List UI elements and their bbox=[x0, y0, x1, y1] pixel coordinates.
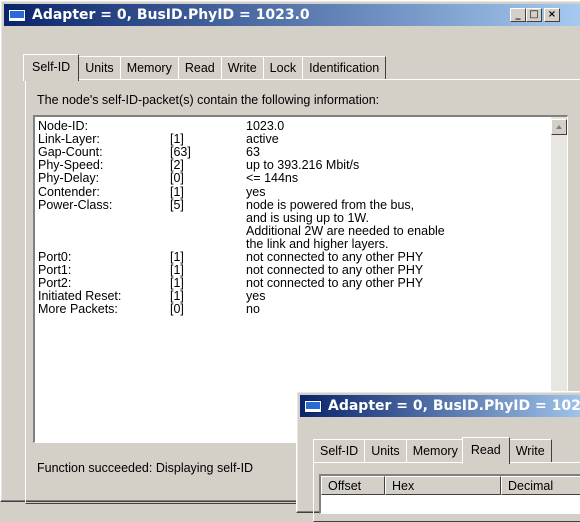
minimize-button[interactable]: _ bbox=[510, 8, 526, 22]
tab-identification[interactable]: Identification bbox=[302, 56, 387, 79]
field-value: Additional 2W are needed to enable bbox=[246, 223, 445, 238]
field-code: [2] bbox=[170, 158, 184, 173]
field-name: Initiated Reset: bbox=[38, 289, 122, 304]
tab-memory[interactable]: Memory bbox=[405, 439, 465, 462]
tab-lock[interactable]: Lock bbox=[262, 56, 304, 79]
tab-units[interactable]: Units bbox=[364, 439, 407, 462]
scroll-up-arrow-icon[interactable] bbox=[551, 119, 567, 135]
tab-write[interactable]: Write bbox=[220, 56, 264, 79]
field-value: and is using up to 1W. bbox=[246, 210, 369, 225]
field-value: not connected to any other PHY bbox=[246, 276, 424, 291]
field-value: not connected to any other PHY bbox=[246, 250, 424, 264]
window-app-icon bbox=[304, 399, 322, 413]
maximize-button[interactable]: □ bbox=[526, 8, 542, 22]
field-code: [0] bbox=[170, 171, 184, 186]
tab-write[interactable]: Write bbox=[508, 439, 552, 462]
field-code: [1] bbox=[170, 289, 184, 304]
tab-memory[interactable]: Memory bbox=[119, 56, 179, 79]
main-tab-strip: Self-ID Units Memory Read Write Lock Ide… bbox=[23, 53, 387, 81]
main-title-bar[interactable]: Adapter = 0, BusID.PhyID = 1023.0 bbox=[4, 4, 580, 26]
field-name: Port2: bbox=[38, 276, 72, 291]
column-header-decimal[interactable]: Decimal bbox=[501, 476, 580, 495]
field-value: the link and higher layers. bbox=[246, 236, 389, 251]
field-code: [1] bbox=[170, 263, 184, 278]
read-window: Adapter = 0, BusID.PhyID = 1023.0 Self-I… bbox=[296, 391, 580, 522]
field-value: up to 393.216 Mbit/s bbox=[246, 158, 360, 173]
field-name: Port0: bbox=[38, 250, 72, 264]
field-code: [63] bbox=[170, 145, 191, 160]
field-code: [5] bbox=[170, 197, 184, 212]
field-code: [1] bbox=[170, 132, 184, 147]
read-tab-strip: Self-ID Units Memory Read Write bbox=[313, 436, 552, 464]
field-value: 63 bbox=[246, 145, 260, 160]
tab-units[interactable]: Units bbox=[78, 56, 121, 79]
field-value: <= 144ns bbox=[246, 171, 299, 186]
field-name: Port1: bbox=[38, 263, 72, 278]
field-name: Phy-Speed: bbox=[38, 158, 104, 173]
field-name: More Packets: bbox=[38, 302, 118, 317]
read-data-table[interactable]: Offset Hex Decimal bbox=[319, 474, 580, 514]
field-value: active bbox=[246, 132, 279, 147]
field-value: node is powered from the bus, bbox=[246, 197, 415, 212]
field-name: Contender: bbox=[38, 184, 100, 199]
tab-self-id[interactable]: Self-ID bbox=[23, 54, 80, 81]
field-value: yes bbox=[246, 184, 266, 199]
status-message: Function succeeded: Displaying self-ID bbox=[37, 461, 254, 475]
main-window-title: Adapter = 0, BusID.PhyID = 1023.0 bbox=[32, 7, 310, 23]
close-button[interactable]: × bbox=[544, 8, 560, 22]
column-header-hex[interactable]: Hex bbox=[385, 476, 501, 495]
field-value: no bbox=[246, 302, 260, 317]
window-app-icon bbox=[8, 8, 26, 22]
field-value: 1023.0 bbox=[246, 119, 285, 133]
field-code: [0] bbox=[170, 302, 184, 317]
field-code: [1] bbox=[170, 184, 184, 199]
self-id-description: The node's self-ID-packet(s) contain the… bbox=[37, 93, 380, 107]
field-code: [1] bbox=[170, 276, 184, 291]
tab-read[interactable]: Read bbox=[461, 437, 510, 464]
field-name: Phy-Delay: bbox=[38, 171, 100, 186]
field-name: Power-Class: bbox=[38, 197, 113, 212]
field-value: not connected to any other PHY bbox=[246, 263, 424, 278]
field-name: Gap-Count: bbox=[38, 145, 103, 160]
field-name: Node-ID: bbox=[38, 119, 89, 133]
read-title-bar[interactable]: Adapter = 0, BusID.PhyID = 1023.0 bbox=[300, 395, 580, 417]
tab-self-id[interactable]: Self-ID bbox=[313, 439, 366, 462]
field-name: Link-Layer: bbox=[38, 132, 100, 147]
tab-read[interactable]: Read bbox=[177, 56, 222, 79]
read-window-title: Adapter = 0, BusID.PhyID = 1023.0 bbox=[328, 398, 580, 414]
field-code: [1] bbox=[170, 250, 184, 264]
field-value: yes bbox=[246, 289, 266, 304]
column-header-offset[interactable]: Offset bbox=[321, 476, 385, 495]
